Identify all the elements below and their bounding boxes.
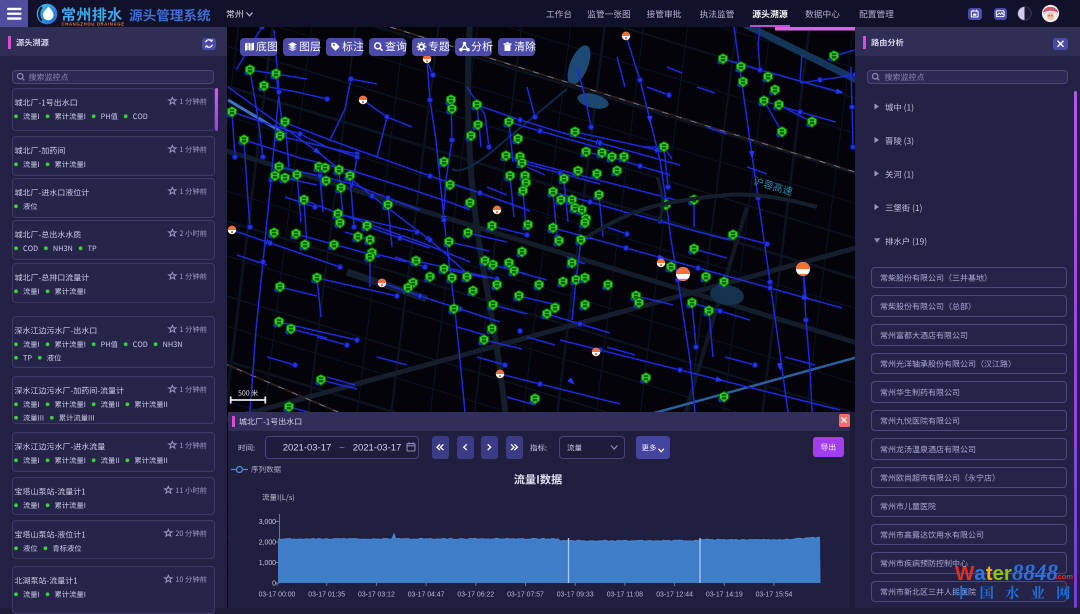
svg-text:W: W: [955, 562, 975, 585]
svg-text:3,000: 3,000: [259, 519, 276, 526]
svg-text:03-17 04:47: 03-17 04:47: [408, 592, 445, 599]
svg-text:CHANGZHOU DRAINAGE: CHANGZHOU DRAINAGE: [62, 21, 125, 26]
svg-text:03-17 07:57: 03-17 07:57: [507, 592, 544, 599]
svg-text:2021-03-17: 2021-03-17: [283, 443, 332, 454]
svg-text:03-17 14:19: 03-17 14:19: [706, 592, 743, 599]
svg-text:~: ~: [339, 443, 345, 454]
svg-text:8848: 8848: [1012, 560, 1059, 585]
svg-text:1,000: 1,000: [259, 560, 276, 567]
svg-text:03-17 12:44: 03-17 12:44: [656, 592, 693, 599]
svg-text:0: 0: [272, 581, 276, 588]
svg-text:2021-03-17: 2021-03-17: [353, 443, 402, 454]
svg-text:03-17 00:00: 03-17 00:00: [259, 592, 296, 599]
svg-text:a: a: [974, 562, 986, 585]
svg-text:03-17 06:22: 03-17 06:22: [457, 592, 494, 599]
svg-text:03-17 09:33: 03-17 09:33: [557, 592, 594, 599]
svg-text:r: r: [1004, 562, 1012, 585]
svg-text:03-17 03:12: 03-17 03:12: [358, 592, 395, 599]
svg-text:.com: .com: [1056, 572, 1074, 581]
svg-text:03-17 15:54: 03-17 15:54: [756, 592, 793, 599]
svg-text:2,000: 2,000: [259, 540, 276, 547]
svg-text:03-17 01:35: 03-17 01:35: [308, 592, 345, 599]
svg-text:e: e: [993, 562, 1004, 585]
svg-text:03-17 11:08: 03-17 11:08: [607, 592, 643, 599]
